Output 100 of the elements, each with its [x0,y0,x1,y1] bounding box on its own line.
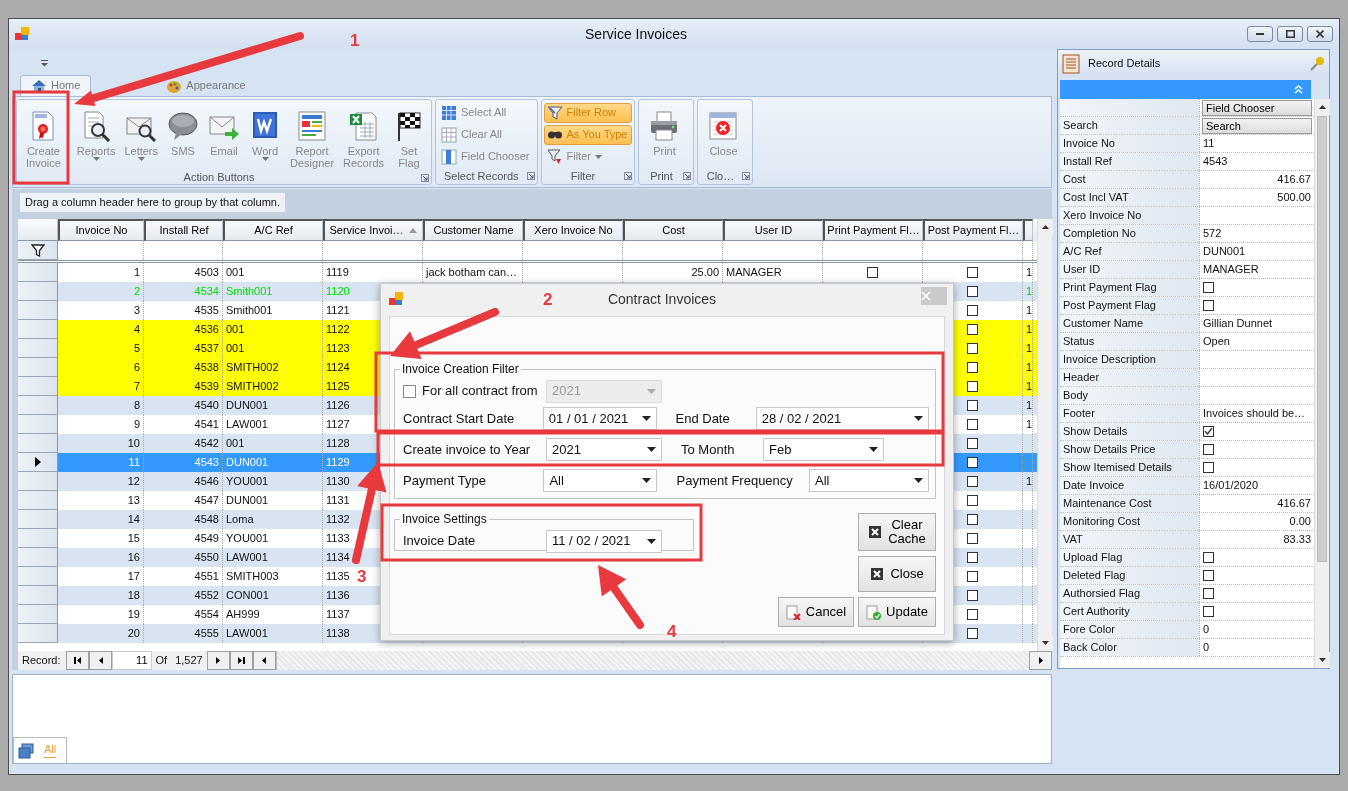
dialog-launcher-icon[interactable] [624,172,633,180]
date-picker[interactable]: 11 / 02 / 2021 [546,529,662,553]
checkbox[interactable] [967,571,978,582]
table-cell: 16 [58,548,144,567]
next-record-icon [213,656,223,665]
funnel-arrow-icon [546,149,563,165]
ribbon-tab[interactable]: Appearance [155,75,257,96]
property-value: DUN001 [1202,243,1247,259]
annotation-number: 2 [543,290,553,309]
dialog-button[interactable]: Clear Cache [858,513,936,551]
checkbox[interactable] [1203,570,1214,581]
checkbox[interactable] [967,495,978,506]
dropdown-field[interactable]: Feb [763,438,884,461]
property-label: A/C Ref [1060,243,1200,260]
property-value: 0 [1202,639,1211,655]
property-label: Show Details Price [1060,441,1200,458]
checkbox[interactable] [967,476,978,487]
minimize-icon [1256,33,1264,35]
property-value: 0.00 [1288,513,1312,529]
previous-record-button[interactable] [88,651,112,670]
dialog-launcher-icon[interactable] [683,172,692,180]
checkbox[interactable] [1203,426,1214,437]
table-cell: 4552 [144,586,223,605]
update-document-icon [866,604,882,620]
checkbox[interactable] [967,514,978,525]
checkbox[interactable] [967,628,978,639]
dropdown-field[interactable]: All [809,469,929,492]
checkbox[interactable] [1203,300,1214,311]
property-value: 572 [1202,225,1223,241]
checkbox[interactable] [967,324,978,335]
checkbox[interactable] [1203,552,1214,563]
checkbox[interactable] [967,400,978,411]
checkbox[interactable] [967,286,978,297]
customize-menu-button[interactable] [40,60,49,67]
palette-icon [166,78,183,94]
row-selector[interactable] [18,453,58,472]
checkbox[interactable] [967,438,978,449]
list-document-icon [1062,54,1080,74]
table-cell: 1 [1023,396,1033,415]
next-record-button[interactable] [206,651,230,670]
maximize-button[interactable] [1277,26,1303,42]
checkbox[interactable] [867,267,878,278]
record-label: Record: [21,652,62,668]
checkbox[interactable] [967,419,978,430]
checkbox[interactable] [1203,606,1214,617]
pin-icon[interactable] [1309,56,1325,72]
dialog-button[interactable]: Cancel [778,597,854,627]
checkbox[interactable] [967,590,978,601]
caret-icon [40,60,49,67]
checkbox[interactable] [967,267,978,278]
app-icon [15,27,29,41]
last-record-button[interactable] [229,651,253,670]
dropdown-field[interactable]: 2021 [546,438,662,461]
table-cell: 2 [58,282,144,301]
dialog-launcher-icon[interactable] [526,172,535,180]
checkbox[interactable] [967,457,978,468]
checkbox[interactable] [967,343,978,354]
field-button[interactable]: Search [1202,117,1312,134]
checkbox[interactable] [1203,588,1214,599]
minimize-button[interactable] [1247,26,1273,42]
horizontal-scrollbar[interactable] [275,651,1029,670]
date-picker[interactable]: 01 / 01 / 2021 [542,407,657,430]
table-cell: 4540 [144,396,223,415]
up-arrow-icon [1042,225,1049,229]
dialog-button[interactable]: Update [858,597,936,627]
field-button[interactable]: Field Chooser [1202,99,1312,116]
dropdown-field[interactable]: All [543,469,658,492]
scroll-left-button[interactable] [252,651,276,670]
group-by-hint: Drag a column header here to group by that column. [20,193,285,213]
date-picker[interactable]: 28 / 02 / 2021 [755,407,929,430]
property-value: MANAGER [1202,261,1260,277]
checkmark-icon [1204,427,1213,436]
scrollbar-thumb[interactable] [1317,116,1327,562]
record-position-field[interactable]: 11 [111,651,152,670]
checkbox[interactable] [1203,282,1214,293]
dialog-button[interactable]: Close [858,556,936,592]
checkbox[interactable] [1203,444,1214,455]
app-icon [389,292,403,306]
property-label: Deleted Flag [1060,567,1200,584]
checkbox[interactable] [967,552,978,563]
last-record-icon [236,656,246,665]
checkbox[interactable] [1203,462,1214,473]
checkbox[interactable] [967,362,978,373]
scroll-right-button[interactable] [1029,651,1052,670]
checkbox[interactable] [967,533,978,544]
first-record-button[interactable] [65,651,89,670]
record-of-label: Of [154,652,169,668]
scroll-right-icon [1036,656,1045,665]
property-value: 416.67 [1276,171,1312,187]
table-cell: 1 [1023,282,1033,301]
checkbox[interactable] [967,381,978,392]
checkbox[interactable] [967,609,978,620]
close-button[interactable] [1307,26,1333,42]
spreadsheet-icon [347,110,380,142]
dialog-launcher-icon[interactable] [742,172,751,180]
checkbox[interactable] [967,305,978,316]
group-label: Clo… [706,169,735,184]
record-count: 1,527 [174,652,204,668]
table-cell: LAW001 [223,624,323,643]
dialog-launcher-icon[interactable] [421,174,430,182]
